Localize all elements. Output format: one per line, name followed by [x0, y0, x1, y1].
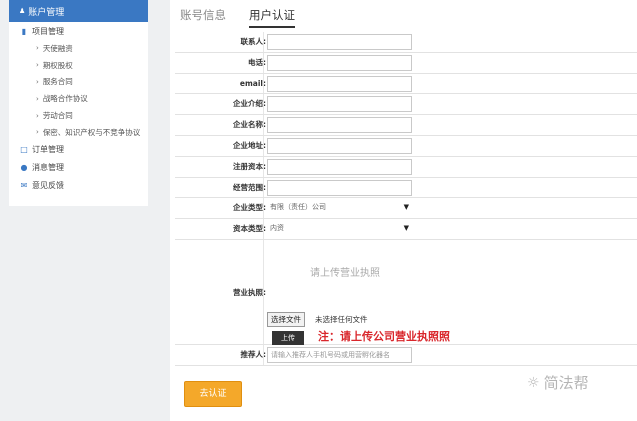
- referrer-placeholder: 请输入推荐人手机号码或用营孵化器名: [271, 350, 390, 359]
- sidebar-item-label: 账户管理: [28, 7, 65, 18]
- form-row-phone: 电话:: [175, 52, 637, 74]
- sidebar-subitem-label: 战略合作协议: [42, 94, 88, 104]
- form-row-scope: 经营范围:: [175, 177, 637, 199]
- capital-field[interactable]: [267, 158, 412, 175]
- chevron-right-icon: ›: [36, 77, 39, 86]
- company-type-value: 有限（责任）公司: [270, 203, 326, 212]
- sidebar-subitem[interactable]: › 战略合作协议: [9, 90, 148, 107]
- license-label: 营业执照:: [233, 287, 266, 297]
- form-row-company-type: 企业类型: 有限（责任）公司 ▼: [175, 198, 637, 220]
- sidebar-subitem-label: 劳动合同: [42, 111, 73, 121]
- form-row-license: 营业执照: 请上传营业执照 选择文件 未选择任何文件 上传 注：请上传公司营业执…: [175, 239, 637, 345]
- sidebar-item-label: 意见反馈: [32, 181, 64, 191]
- form-row-intro: 企业介绍:: [175, 94, 637, 116]
- sidebar-subitem[interactable]: › 天使融资: [9, 40, 148, 57]
- form-row-name: 企业名称:: [175, 115, 637, 136]
- main-panel: 账号信息 用户认证 联系人: 电话: email: 企业介绍: 企业名称: 企业…: [170, 0, 637, 421]
- company-name-field[interactable]: [267, 117, 412, 134]
- sidebar-item-orders[interactable]: □ 订单管理: [9, 141, 148, 159]
- sidebar-subitem[interactable]: › 保密、知识产权与不竞争协议: [9, 124, 148, 141]
- capital-type-label: 资本类型:: [233, 224, 266, 234]
- watermark: ☼ 简法帮: [527, 372, 589, 393]
- user-icon: ♟: [19, 7, 26, 15]
- address-field[interactable]: [267, 137, 412, 154]
- sidebar: ♟ 账户管理 ▮ 项目管理 › 天使融资 › 期权股权 › 服务合同 › 战略合作协议 …: [9, 0, 148, 206]
- tab-user-verification[interactable]: 用户认证: [249, 7, 295, 28]
- capital-type-value: 内资: [270, 224, 284, 233]
- envelope-icon: ✉: [20, 181, 28, 191]
- intro-label: 企业介绍:: [233, 99, 266, 109]
- phone-field[interactable]: [267, 54, 412, 71]
- tab-account-info[interactable]: 账号信息: [180, 7, 226, 23]
- sidebar-subitem-label: 保密、知识产权与不竞争协议: [42, 127, 141, 137]
- contact-field[interactable]: [267, 34, 412, 50]
- chat-icon: ●: [20, 163, 28, 173]
- sidebar-subitem-label: 服务合同: [42, 77, 73, 87]
- chevron-right-icon: ›: [36, 128, 39, 137]
- license-image-placeholder: 请上传营业执照: [310, 267, 380, 279]
- folder-icon: ▮: [21, 26, 27, 36]
- chevron-right-icon: ›: [36, 44, 39, 53]
- sidebar-item-label: 消息管理: [32, 163, 64, 173]
- document-icon: □: [20, 145, 28, 155]
- scope-label: 经营范围:: [233, 182, 266, 192]
- form-row-capital-type: 资本类型: 内资 ▼: [175, 219, 637, 240]
- company-type-label: 企业类型:: [233, 203, 266, 213]
- dropdown-caret-icon: ▼: [403, 203, 409, 212]
- capital-type-select[interactable]: 内资 ▼: [267, 221, 412, 238]
- dropdown-caret-icon: ▼: [403, 224, 409, 233]
- form-row-contact: 联系人:: [175, 32, 637, 53]
- sidebar-subitem[interactable]: › 服务合同: [9, 74, 148, 91]
- watermark-text: 简法帮: [543, 374, 589, 392]
- wechat-icon: ☼: [527, 374, 540, 391]
- chevron-right-icon: ›: [36, 111, 39, 120]
- address-label: 企业地址:: [233, 140, 266, 150]
- submit-verification-button[interactable]: 去认证: [184, 381, 242, 407]
- verification-form: 联系人: 电话: email: 企业介绍: 企业名称: 企业地址: 注册资本: …: [175, 32, 637, 366]
- company-type-select[interactable]: 有限（责任）公司 ▼: [267, 200, 412, 217]
- company-name-label: 企业名称:: [233, 120, 266, 130]
- referrer-field[interactable]: 请输入推荐人手机号码或用营孵化器名: [267, 346, 412, 363]
- sidebar-item-feedback[interactable]: ✉ 意见反馈: [9, 177, 148, 195]
- scope-field[interactable]: [267, 179, 412, 196]
- sidebar-item-label: 订单管理: [32, 145, 64, 155]
- upload-button[interactable]: 上传: [272, 330, 304, 345]
- intro-field[interactable]: [267, 96, 412, 113]
- sidebar-subitem[interactable]: › 期权股权: [9, 57, 148, 74]
- form-row-capital: 注册资本:: [175, 156, 637, 178]
- form-row-referrer: 推荐人: 请输入推荐人手机号码或用营孵化器名: [175, 344, 637, 366]
- chevron-right-icon: ›: [36, 94, 39, 103]
- sidebar-subitem[interactable]: › 劳动合同: [9, 107, 148, 124]
- upload-note: 注：请上传公司营业执照照: [318, 329, 450, 343]
- form-row-address: 企业地址:: [175, 135, 637, 157]
- capital-label: 注册资本:: [233, 161, 266, 171]
- email-field[interactable]: [267, 75, 412, 92]
- sidebar-item-account[interactable]: ♟ 账户管理: [9, 0, 148, 22]
- sidebar-item-messages[interactable]: ● 消息管理: [9, 159, 148, 177]
- choose-file-button[interactable]: 选择文件: [267, 311, 305, 327]
- sidebar-item-projects[interactable]: ▮ 项目管理: [9, 22, 148, 40]
- tab-bar: 账号信息 用户认证: [170, 0, 637, 30]
- no-file-text: 未选择任何文件: [315, 314, 368, 324]
- sidebar-item-label: 项目管理: [32, 26, 64, 36]
- sidebar-subitem-label: 期权股权: [42, 60, 73, 70]
- chevron-right-icon: ›: [36, 61, 39, 70]
- form-row-email: email:: [175, 73, 637, 95]
- sidebar-subitem-label: 天使融资: [42, 43, 73, 53]
